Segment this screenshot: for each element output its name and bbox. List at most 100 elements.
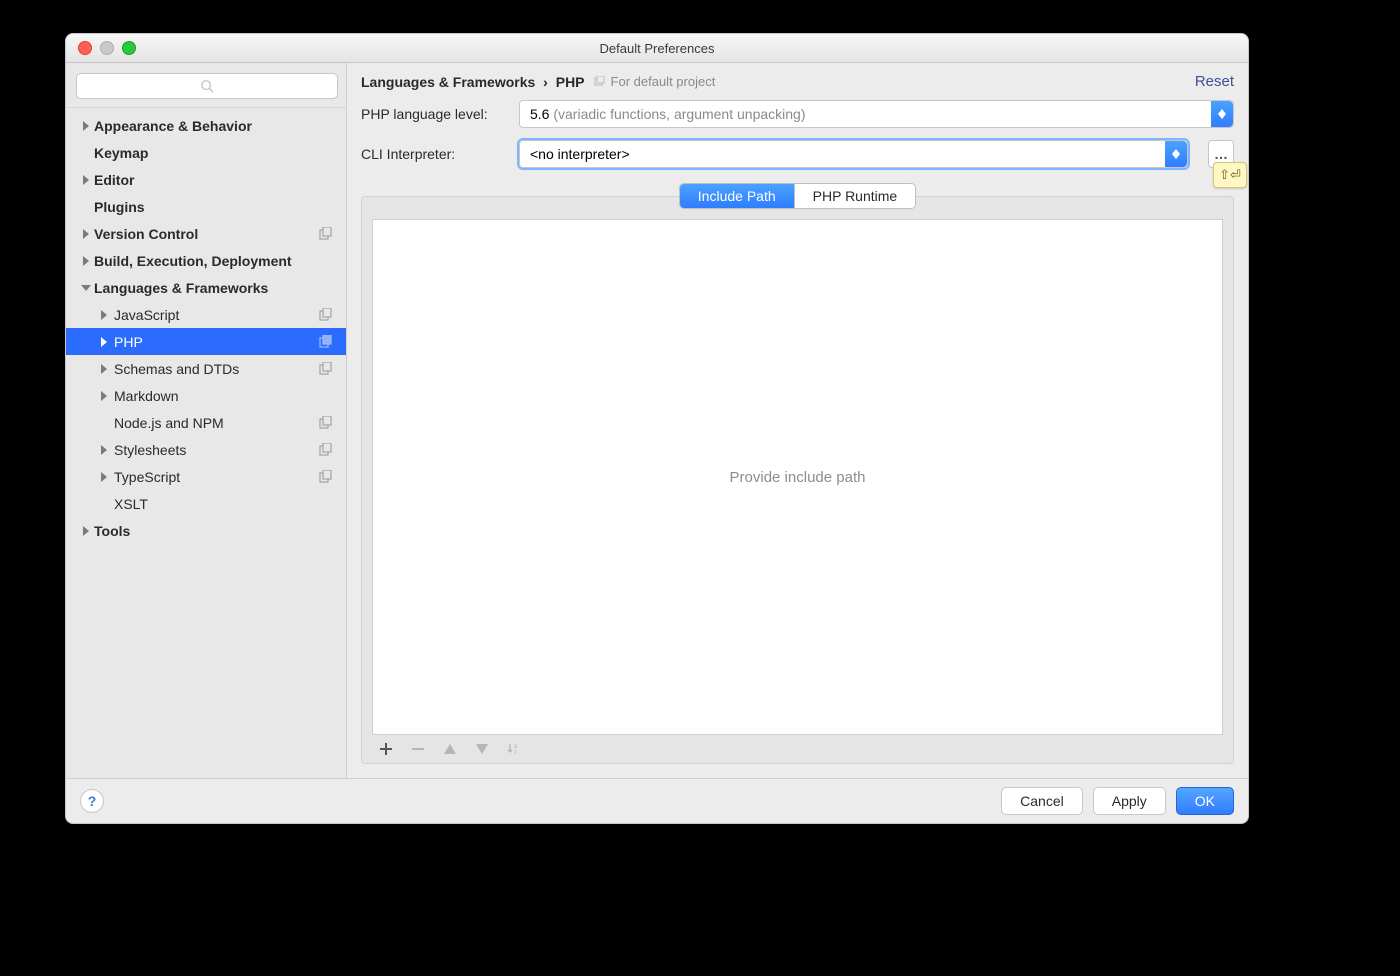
main-panel: Languages & Frameworks › PHP For default…: [347, 63, 1248, 778]
window-title: Default Preferences: [66, 41, 1248, 56]
sidebar-item-label: Tools: [94, 523, 346, 539]
cli-interpreter-row: CLI Interpreter: <no interpreter> …: [361, 140, 1234, 168]
sidebar-section[interactable]: Tools: [66, 517, 346, 544]
project-scope-label: For default project: [611, 74, 716, 89]
sidebar-item-label: Appearance & Behavior: [94, 118, 346, 134]
sidebar-item-label: Keymap: [94, 145, 346, 161]
expand-arrow-icon: [96, 364, 112, 374]
sidebar-item-label: Node.js and NPM: [114, 415, 318, 431]
sidebar-item[interactable]: Schemas and DTDs: [66, 355, 346, 382]
search-input[interactable]: [76, 73, 338, 99]
add-button[interactable]: [378, 741, 394, 757]
sidebar-item[interactable]: JavaScript: [66, 301, 346, 328]
cancel-button[interactable]: Cancel: [1001, 787, 1083, 815]
sidebar-section[interactable]: Build, Execution, Deployment: [66, 247, 346, 274]
ok-button[interactable]: OK: [1176, 787, 1234, 815]
lang-level-select[interactable]: 5.6 (variadic functions, argument unpack…: [519, 100, 1234, 128]
sidebar-item-label: Markdown: [114, 388, 346, 404]
sidebar-item-label: Stylesheets: [114, 442, 318, 458]
expand-arrow-icon: [78, 256, 94, 266]
project-override-icon: [318, 335, 332, 349]
sidebar-section[interactable]: Languages & Frameworks: [66, 274, 346, 301]
project-override-icon: [318, 416, 332, 430]
sort-button[interactable]: az: [506, 741, 522, 757]
breadcrumb-section: Languages & Frameworks: [361, 74, 535, 90]
project-override-icon: [318, 443, 332, 457]
cli-interpreter-value: <no interpreter>: [530, 146, 630, 162]
titlebar: Default Preferences: [66, 34, 1248, 63]
breadcrumb-separator-icon: ›: [543, 74, 548, 90]
project-override-icon: [318, 308, 332, 322]
sidebar-item[interactable]: Stylesheets: [66, 436, 346, 463]
include-path-empty-text: Provide include path: [730, 469, 866, 486]
sidebar-item-label: JavaScript: [114, 307, 318, 323]
cli-interpreter-label: CLI Interpreter:: [361, 146, 505, 162]
shift-enter-icon: ⇧⏎: [1219, 167, 1241, 183]
sidebar-item-label: TypeScript: [114, 469, 318, 485]
sidebar-section[interactable]: Editor: [66, 166, 346, 193]
tab[interactable]: Include Path: [680, 184, 794, 208]
copy-icon: [593, 76, 605, 88]
expand-arrow-icon: [78, 121, 94, 131]
breadcrumb: Languages & Frameworks › PHP: [361, 74, 585, 90]
sidebar-item[interactable]: Node.js and NPM: [66, 409, 346, 436]
sidebar-section[interactable]: Version Control: [66, 220, 346, 247]
sidebar-item-label: Version Control: [94, 226, 318, 242]
project-override-icon: [318, 470, 332, 484]
sidebar-item-label: Plugins: [94, 199, 346, 215]
shift-enter-hint: ⇧⏎: [1213, 162, 1247, 188]
sidebar-item-label: Languages & Frameworks: [94, 280, 346, 296]
sidebar-section[interactable]: Appearance & Behavior: [66, 112, 346, 139]
expand-arrow-icon: [96, 310, 112, 320]
dialog-footer: ? Cancel Apply OK: [66, 778, 1248, 823]
expand-arrow-icon: [96, 337, 112, 347]
lang-level-value-detail: (variadic functions, argument unpacking): [553, 106, 805, 122]
sidebar-item[interactable]: TypeScript: [66, 463, 346, 490]
sidebar-item-label: Editor: [94, 172, 346, 188]
sidebar: Appearance & Behavior Keymap Editor Plugins…: [66, 63, 347, 778]
move-down-button[interactable]: [474, 741, 490, 757]
settings-tree[interactable]: Appearance & Behavior Keymap Editor Plugins…: [66, 108, 346, 778]
project-override-icon: [318, 227, 332, 241]
sidebar-item[interactable]: PHP: [66, 328, 346, 355]
svg-text:z: z: [514, 750, 517, 756]
sidebar-item[interactable]: XSLT: [66, 490, 346, 517]
breadcrumb-row: Languages & Frameworks › PHP For default…: [361, 73, 1234, 90]
sidebar-section[interactable]: Plugins: [66, 193, 346, 220]
project-scope-badge: For default project: [593, 74, 716, 89]
cli-interpreter-select[interactable]: <no interpreter>: [519, 140, 1188, 168]
lang-level-value: 5.6: [530, 106, 549, 122]
dropdown-caret-icon: [1211, 101, 1233, 127]
move-up-button[interactable]: [442, 741, 458, 757]
search-icon: [200, 79, 214, 93]
sidebar-item[interactable]: Markdown: [66, 382, 346, 409]
lang-level-label: PHP language level:: [361, 106, 505, 122]
expand-arrow-icon: [78, 526, 94, 536]
expand-arrow-icon: [78, 175, 94, 185]
expand-arrow-icon: [78, 229, 94, 239]
expand-arrow-icon: [96, 472, 112, 482]
tab[interactable]: PHP Runtime: [794, 184, 916, 208]
include-path-panel: Include PathPHP Runtime Provide include …: [361, 196, 1234, 764]
project-override-icon: [318, 362, 332, 376]
lang-level-row: PHP language level: 5.6 (variadic functi…: [361, 100, 1234, 128]
dropdown-caret-icon: [1165, 141, 1187, 167]
apply-button[interactable]: Apply: [1093, 787, 1166, 815]
breadcrumb-page: PHP: [556, 74, 585, 90]
remove-button[interactable]: [410, 741, 426, 757]
list-toolbar: az: [372, 735, 1223, 759]
expand-arrow-icon: [96, 445, 112, 455]
expand-arrow-icon: [96, 391, 112, 401]
help-button[interactable]: ?: [80, 789, 104, 813]
sidebar-section[interactable]: Keymap: [66, 139, 346, 166]
sidebar-item-label: Schemas and DTDs: [114, 361, 318, 377]
reset-link[interactable]: Reset: [1195, 73, 1234, 90]
include-path-list[interactable]: Provide include path: [372, 219, 1223, 735]
search-wrap: [66, 63, 346, 108]
sidebar-item-label: PHP: [114, 334, 318, 350]
preferences-window: Default Preferences Appearance & Behavio…: [65, 33, 1249, 824]
expand-arrow-icon: [78, 283, 94, 293]
sidebar-item-label: Build, Execution, Deployment: [94, 253, 346, 269]
sidebar-item-label: XSLT: [114, 496, 346, 512]
tabs: Include PathPHP Runtime: [679, 183, 916, 209]
